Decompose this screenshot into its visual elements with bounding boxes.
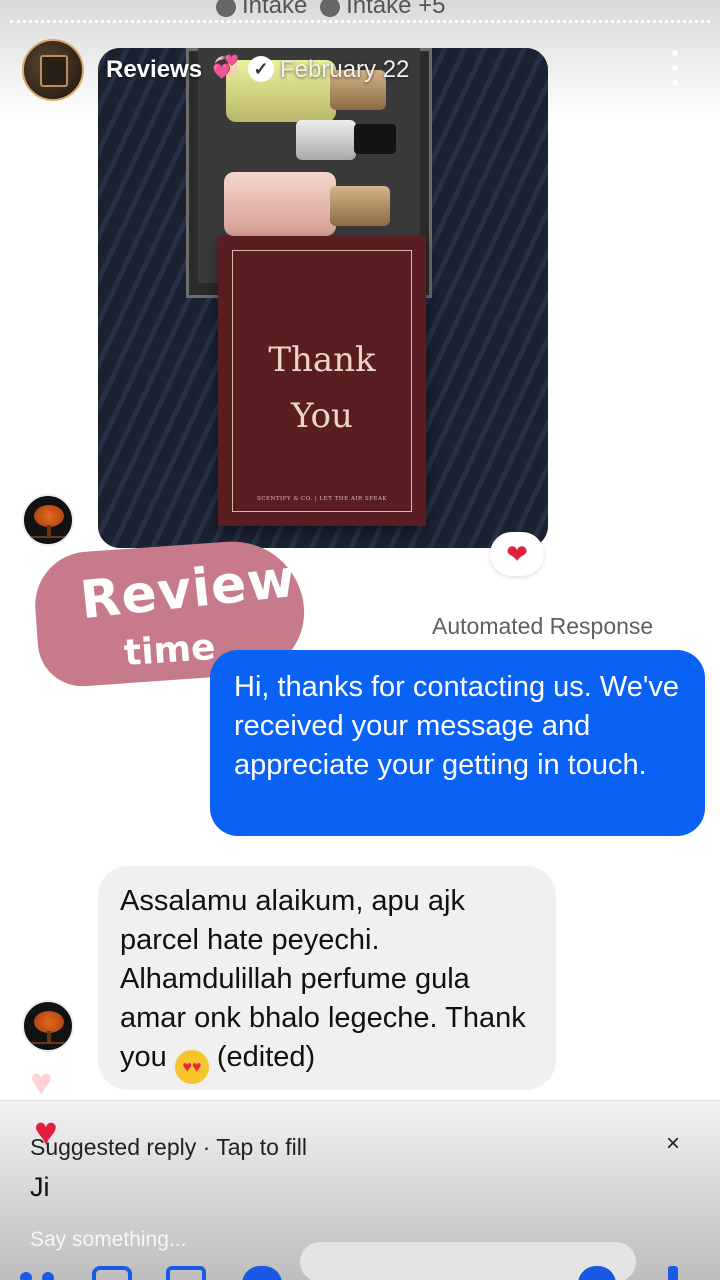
customer-message-text: Assalamu alaikum, apu ajk parcel hate pe…	[120, 885, 526, 1073]
suggested-reply-text[interactable]: Ji	[30, 1172, 50, 1203]
card-line-2: You	[291, 396, 353, 436]
heart-icon: ❤	[506, 539, 528, 569]
customer-avatar[interactable]	[22, 1000, 74, 1052]
heart-eyes-emoji: ♥♥	[174, 1050, 209, 1084]
strip-right-text: Intake +5	[346, 0, 446, 19]
shopping-bag-icon	[40, 55, 68, 87]
card-heading: Thank You	[218, 332, 426, 444]
strip-left-text: Intake	[242, 0, 308, 19]
thank-you-card: Thank You SCENTIFY & CO. | LET THE AIR S…	[218, 236, 426, 526]
story-avatar[interactable]	[22, 39, 84, 101]
close-icon[interactable]: ×	[666, 1130, 680, 1158]
tree-icon	[34, 1011, 64, 1033]
camera-icon[interactable]	[92, 1266, 132, 1280]
story-date: February 22	[280, 56, 410, 83]
photo-reaction[interactable]: ❤	[490, 532, 544, 576]
edited-label: (edited)	[216, 1041, 316, 1073]
tree-icon	[34, 505, 64, 527]
bottle-cap	[354, 124, 396, 154]
more-vertical-icon[interactable]	[668, 50, 682, 86]
apps-icon[interactable]	[20, 1266, 60, 1280]
message-input-placeholder[interactable]: Say something...	[30, 1228, 186, 1252]
previous-story-strip: Intake Intake +5	[210, 0, 445, 20]
perfume-bottle	[296, 120, 356, 160]
automated-response-label: Automated Response	[432, 613, 654, 639]
card-line-1: Thank	[268, 340, 376, 380]
story-title[interactable]: Reviews	[106, 56, 202, 84]
strip-dot-icon	[216, 0, 236, 17]
suggested-reply-label[interactable]: Suggested reply · Tap to fill	[30, 1134, 307, 1161]
sticker-word-time: time	[122, 626, 217, 675]
perfume-bottle	[224, 172, 336, 236]
review-photo[interactable]: Thank You SCENTIFY & CO. | LET THE AIR S…	[98, 48, 548, 548]
bottle-cap	[330, 186, 390, 226]
like-icon[interactable]	[668, 1266, 678, 1280]
hearts-emoji: 💞	[212, 54, 240, 79]
story-progress-bar	[10, 20, 710, 23]
strip-dot-icon	[320, 0, 341, 17]
sender-avatar[interactable]	[22, 494, 74, 546]
verified-badge-icon: ✓	[248, 56, 274, 82]
gallery-icon[interactable]	[166, 1266, 206, 1280]
card-footer: SCENTIFY & CO. | LET THE AIR SPEAK	[257, 496, 387, 502]
customer-message-bubble[interactable]: Assalamu alaikum, apu ajk parcel hate pe…	[98, 866, 556, 1090]
automated-message-bubble[interactable]: Hi, thanks for contacting us. We've rece…	[210, 650, 705, 836]
like-heart-icon[interactable]: ♥	[30, 1062, 53, 1105]
automated-message-text: Hi, thanks for contacting us. We've rece…	[234, 671, 680, 781]
